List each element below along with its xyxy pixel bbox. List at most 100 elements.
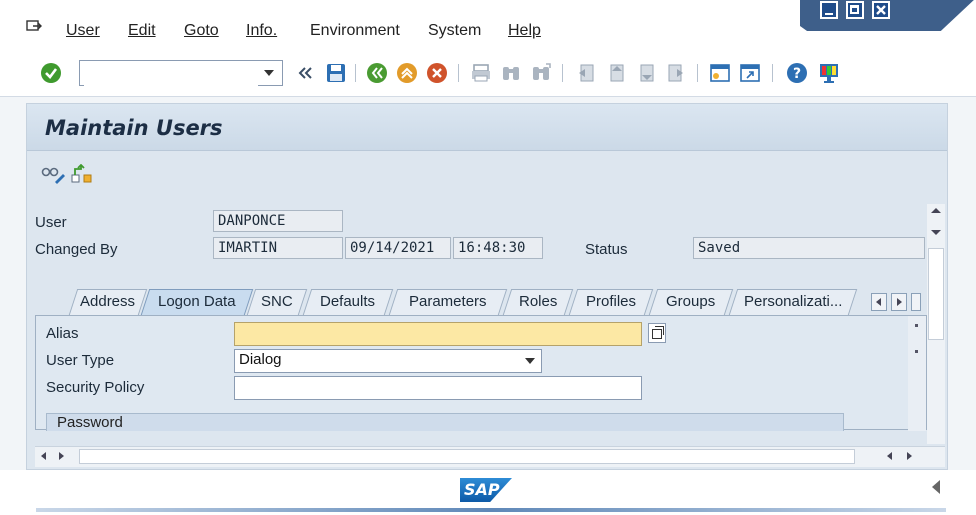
toolbar-separator <box>697 64 698 82</box>
tab-personalization-label: Personalizati... <box>743 293 843 310</box>
tab-address-label: Address <box>80 293 136 310</box>
command-dropdown-icon[interactable] <box>264 70 274 76</box>
scroll-right-icon[interactable] <box>59 452 64 460</box>
enter-icon[interactable] <box>40 62 62 84</box>
application-toolbar <box>27 151 947 203</box>
menu-system[interactable]: System <box>428 22 481 40</box>
first-page-icon[interactable] <box>575 62 597 84</box>
tab-snc-label: SNC <box>261 293 293 310</box>
next-page-icon[interactable] <box>635 62 657 84</box>
scroll-left-icon[interactable] <box>41 452 46 460</box>
scroll-up-icon[interactable] <box>931 208 941 213</box>
sap-logo: SAP <box>460 478 512 502</box>
cancel-icon[interactable] <box>426 62 448 84</box>
scroll-left-end-icon[interactable] <box>887 452 892 460</box>
main-screen: Maintain Users User DANPONCE Changed By … <box>26 103 948 470</box>
security-policy-input[interactable] <box>234 376 642 400</box>
help-icon[interactable]: ? <box>786 62 808 84</box>
user-type-select[interactable]: Dialog <box>234 349 542 373</box>
back-icon[interactable] <box>366 62 388 84</box>
customize-layout-icon[interactable] <box>818 62 840 84</box>
svg-text:?: ? <box>793 66 801 82</box>
tab-profiles-label: Profiles <box>585 293 637 310</box>
tab-profiles[interactable]: Profiles <box>568 289 654 315</box>
hierarchy-icon[interactable] <box>71 164 93 184</box>
scroll-down-icon[interactable] <box>931 230 941 235</box>
toolbar-separator <box>562 64 563 82</box>
tab-address[interactable]: Address <box>68 289 148 315</box>
menu-info-label: Info. <box>246 22 278 39</box>
menu-help[interactable]: Help <box>508 22 541 40</box>
tab-scroll-left-icon[interactable] <box>871 293 887 311</box>
tab-roles-label: Roles <box>518 293 558 310</box>
menu-goto-label: Goto <box>184 22 219 39</box>
tab-defaults-label: Defaults <box>320 293 376 310</box>
close-icon[interactable] <box>872 1 890 19</box>
alias-label: Alias <box>46 325 79 342</box>
status-toggle-icon[interactable] <box>932 480 940 494</box>
user-type-dropdown-icon[interactable] <box>525 358 535 364</box>
toolbar-separator <box>458 64 459 82</box>
save-icon[interactable] <box>325 62 347 84</box>
alias-input[interactable] <box>234 322 642 346</box>
exit-icon[interactable] <box>396 62 418 84</box>
status-value: Saved <box>693 237 925 259</box>
tab-groups[interactable]: Groups <box>648 289 734 315</box>
create-session-icon[interactable] <box>709 62 731 84</box>
menu-user[interactable]: User <box>66 22 100 40</box>
shortcut-icon[interactable] <box>739 62 761 84</box>
horizontal-scroll-thumb[interactable] <box>79 449 855 464</box>
menu-environment[interactable]: Environment <box>310 22 400 40</box>
status-label: Status <box>585 241 628 258</box>
command-input[interactable] <box>84 62 258 86</box>
user-label: User <box>35 214 67 231</box>
page-title: Maintain Users <box>45 116 223 140</box>
tab-parameters[interactable]: Parameters <box>388 289 508 315</box>
command-field[interactable] <box>79 60 283 86</box>
changed-date: 09/14/2021 <box>345 237 451 259</box>
find-icon[interactable] <box>500 62 522 84</box>
menu-goto[interactable]: Goto <box>184 22 219 40</box>
panel-vertical-scrollbar[interactable] <box>908 316 926 431</box>
last-page-icon[interactable] <box>665 62 687 84</box>
logon-data-panel: Alias User Type Dialog Security Policy P… <box>35 315 927 431</box>
menu-help-label: Help <box>508 22 541 39</box>
maximize-icon[interactable] <box>846 1 864 19</box>
menu-system-label: System <box>428 22 482 39</box>
tab-roles[interactable]: Roles <box>502 289 574 315</box>
tab-logon-data-label: Logon Data <box>158 293 236 310</box>
title-bar: Maintain Users <box>27 104 947 151</box>
tab-personalization[interactable]: Personalizati... <box>728 289 858 315</box>
menu-edit[interactable]: Edit <box>128 22 156 40</box>
previous-page-icon[interactable] <box>605 62 627 84</box>
tab-list-icon[interactable] <box>911 293 921 311</box>
security-policy-label: Security Policy <box>46 379 145 396</box>
alias-value-help-icon[interactable] <box>648 323 666 343</box>
system-toolbar: ? <box>0 50 976 97</box>
toolbar-separator <box>355 64 356 82</box>
password-section-header: Password <box>46 413 844 431</box>
panel-scroll-up-icon[interactable] <box>915 324 918 327</box>
back-double-arrow-icon[interactable] <box>294 62 316 84</box>
tab-snc[interactable]: SNC <box>246 289 308 315</box>
minimize-icon[interactable] <box>820 1 838 19</box>
horizontal-scrollbar[interactable] <box>35 446 945 467</box>
menu-info[interactable]: Info. <box>246 22 277 40</box>
print-icon[interactable] <box>470 62 492 84</box>
display-change-icon[interactable] <box>41 165 65 185</box>
tab-defaults[interactable]: Defaults <box>302 289 394 315</box>
panel-scroll-down-icon[interactable] <box>915 350 918 353</box>
changed-time: 16:48:30 <box>453 237 543 259</box>
find-next-icon[interactable] <box>530 62 552 84</box>
menu-user-label: User <box>66 22 100 39</box>
tab-scroll-right-icon[interactable] <box>891 293 907 311</box>
status-bar: SAP <box>0 470 976 515</box>
tab-strip: Address Logon Data SNC Defaults Paramete… <box>35 289 945 469</box>
tab-groups-label: Groups <box>666 293 716 310</box>
tab-logon-data[interactable]: Logon Data <box>140 289 254 315</box>
menu-entry-icon[interactable] <box>26 20 42 34</box>
user-value: DANPONCE <box>213 210 343 232</box>
menu-environment-label: Environment <box>310 22 400 39</box>
menubar: User Edit Goto Info. Environment System … <box>0 0 976 50</box>
scroll-right-end-icon[interactable] <box>907 452 912 460</box>
